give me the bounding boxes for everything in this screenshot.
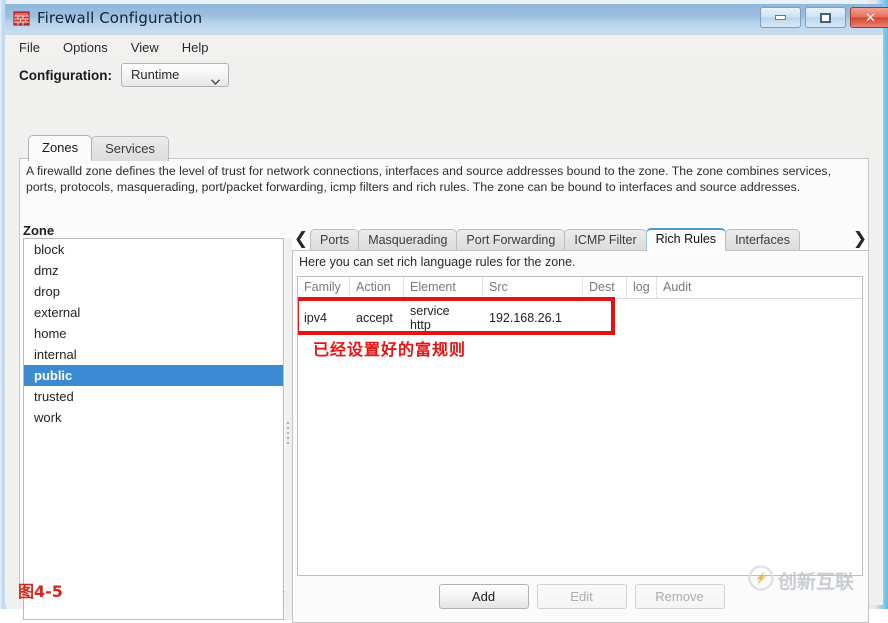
zone-detail-pane: ❮ Ports Masquerading Port Forwarding ICM…: [292, 225, 869, 623]
zone-list-item[interactable]: external: [24, 302, 283, 323]
rich-rules-hint: Here you can set rich language rules for…: [299, 255, 576, 269]
maximize-icon: [806, 8, 845, 27]
cell-src: 192.168.26.1: [489, 310, 562, 325]
figure-caption: 图4-5: [18, 582, 63, 601]
maximize-button[interactable]: [805, 7, 846, 28]
close-button[interactable]: ✕: [850, 7, 888, 28]
remove-button: Remove: [634, 584, 725, 609]
configuration-row: Configuration: Runtime: [19, 63, 229, 87]
zone-list-item[interactable]: block: [24, 239, 283, 260]
zone-list-item[interactable]: drop: [24, 281, 283, 302]
tab-port-forwarding-label: Port Forwarding: [466, 233, 556, 247]
column-header-audit[interactable]: Audit: [657, 277, 857, 298]
column-header-dest[interactable]: Dest: [583, 277, 627, 298]
cell-family: ipv4: [304, 310, 327, 325]
menu-bar: File Options View Help: [5, 35, 883, 59]
tab-scroll-left-icon[interactable]: ❮: [292, 227, 310, 251]
tab-rich-rules-label: Rich Rules: [655, 232, 717, 246]
splitter-grip: [287, 422, 290, 448]
tab-services[interactable]: Services: [91, 136, 169, 161]
column-header-action[interactable]: Action: [350, 277, 404, 298]
cell-element: service http: [410, 303, 450, 332]
column-header-element[interactable]: Element: [404, 277, 483, 298]
tab-ports[interactable]: Ports: [310, 229, 360, 251]
rich-rules-table[interactable]: Family Action Element Src Dest log Audit…: [297, 276, 863, 576]
tab-interfaces[interactable]: Interfaces: [725, 229, 800, 251]
tab-zones[interactable]: Zones: [28, 135, 93, 161]
minimize-icon: [761, 8, 800, 27]
firewall-brick-icon: [13, 10, 31, 28]
column-header-src[interactable]: Src: [483, 277, 583, 298]
tab-masquerading-label: Masquerading: [368, 233, 448, 247]
zone-column-header: Zone: [23, 223, 55, 238]
edit-button-label: Edit: [570, 589, 593, 604]
tab-icmp-filter-label: ICMP Filter: [574, 233, 637, 247]
zone-list-item-selected[interactable]: public: [24, 365, 283, 386]
tab-rich-rules[interactable]: Rich Rules: [645, 228, 727, 251]
tab-port-forwarding[interactable]: Port Forwarding: [456, 229, 566, 251]
add-button-label: Add: [471, 589, 496, 604]
rich-rules-button-bar: Add Edit Remove: [293, 584, 870, 609]
tab-scroll-right-icon[interactable]: ❯: [851, 227, 869, 251]
cell-action: accept: [356, 310, 393, 325]
table-header-row: Family Action Element Src Dest log Audit: [298, 277, 862, 299]
rule-note-annotation: 已经设置好的富规则: [313, 340, 467, 359]
rich-tab-strip: ❮ Ports Masquerading Port Forwarding ICM…: [292, 225, 869, 251]
minimize-button[interactable]: [760, 7, 801, 28]
window-frame: Firewall Configuration ✕ File Options Vi…: [0, 0, 888, 623]
tab-interfaces-label: Interfaces: [735, 233, 790, 247]
tab-services-label: Services: [105, 141, 155, 156]
edit-button: Edit: [536, 584, 627, 609]
zone-list[interactable]: block dmz drop external home internal pu…: [23, 238, 284, 620]
close-icon: ✕: [865, 9, 876, 25]
title-bar: Firewall Configuration ✕: [5, 4, 888, 34]
configuration-select[interactable]: Runtime: [120, 63, 229, 87]
menu-item-view[interactable]: View: [131, 38, 170, 57]
configuration-select-value: Runtime: [130, 67, 180, 82]
menu-item-file[interactable]: File: [19, 38, 51, 57]
top-tab-strip: Zones Services: [28, 135, 169, 161]
menu-item-options[interactable]: Options: [63, 38, 119, 57]
zone-list-item[interactable]: work: [24, 407, 283, 428]
zone-list-item[interactable]: home: [24, 323, 283, 344]
add-button[interactable]: Add: [438, 584, 529, 609]
window-title: Firewall Configuration: [37, 9, 203, 27]
zone-list-item[interactable]: dmz: [24, 260, 283, 281]
pane-splitter[interactable]: [285, 238, 292, 620]
tab-ports-label: Ports: [320, 233, 350, 247]
chevron-down-icon: [210, 72, 220, 86]
tab-zones-label: Zones: [42, 140, 79, 155]
menu-item-help[interactable]: Help: [182, 38, 220, 57]
zone-list-item[interactable]: trusted: [24, 386, 283, 407]
zone-list-item[interactable]: internal: [24, 344, 283, 365]
tab-icmp-filter[interactable]: ICMP Filter: [564, 229, 647, 251]
rich-rules-panel: Here you can set rich language rules for…: [292, 250, 869, 623]
column-header-log[interactable]: log: [627, 277, 657, 298]
zone-description-text: A firewalld zone defines the level of tr…: [26, 164, 831, 195]
column-header-family[interactable]: Family: [298, 277, 350, 298]
remove-button-label: Remove: [655, 589, 704, 604]
rich-tabs-wrapper: Ports Masquerading Port Forwarding ICMP …: [310, 228, 851, 251]
client-area: File Options View Help Configuration: Ru…: [5, 34, 883, 623]
tab-masquerading[interactable]: Masquerading: [358, 229, 458, 251]
table-row[interactable]: ipv4 accept service http 192.168.26.1: [298, 299, 862, 336]
configuration-label: Configuration:: [19, 67, 112, 83]
